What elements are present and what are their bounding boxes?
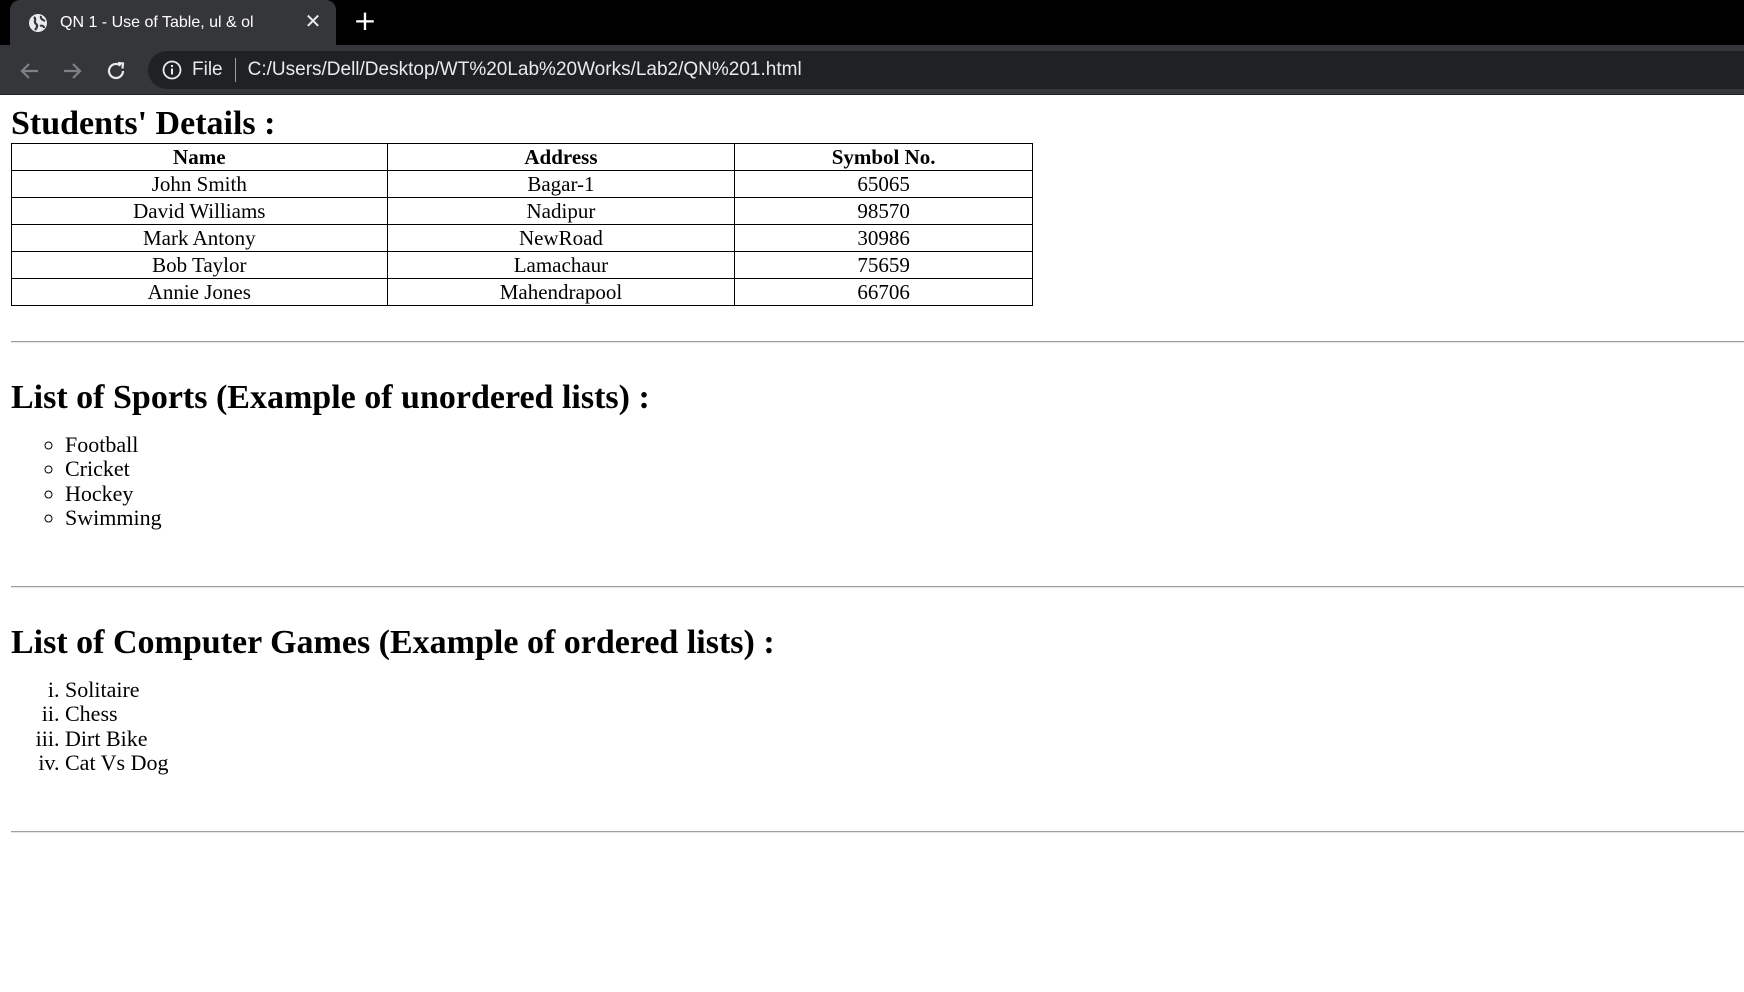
table-header-row: Name Address Symbol No. xyxy=(11,143,1033,171)
browser-toolbar: File C:/Users/Dell/Desktop/WT%20Lab%20Wo… xyxy=(0,45,1744,95)
table-row: Mark Antony NewRoad 30986 xyxy=(11,224,1033,252)
list-item: Cat Vs Dog xyxy=(65,750,1744,775)
tab-title: QN 1 - Use of Table, ul & ol xyxy=(60,13,254,31)
cell-symbol-no: 75659 xyxy=(734,251,1033,279)
divider xyxy=(11,586,1744,589)
cell-address: Lamachaur xyxy=(386,251,736,279)
forward-button[interactable] xyxy=(58,57,86,85)
table-row: David Williams Nadipur 98570 xyxy=(11,197,1033,225)
list-item: Solitaire xyxy=(65,677,1744,702)
table-row: Bob Taylor Lamachaur 75659 xyxy=(11,251,1033,279)
cell-name: John Smith xyxy=(11,170,388,198)
reload-icon xyxy=(107,61,125,80)
divider xyxy=(11,341,1744,343)
cell-address: Mahendrapool xyxy=(386,278,736,306)
cell-symbol-no: 65065 xyxy=(734,170,1033,198)
address-scheme: File xyxy=(192,59,223,80)
tab-strip: QN 1 - Use of Table, ul & ol ✕ + xyxy=(0,0,1744,45)
table-row: Annie Jones Mahendrapool 66706 xyxy=(11,278,1033,306)
cell-symbol-no: 66706 xyxy=(734,278,1033,306)
cell-address: NewRoad xyxy=(386,224,736,252)
cell-name: Bob Taylor xyxy=(11,251,388,279)
reload-button[interactable] xyxy=(102,57,130,85)
column-header-name: Name xyxy=(11,143,388,171)
back-button[interactable] xyxy=(16,57,44,85)
divider xyxy=(11,831,1744,834)
games-heading: List of Computer Games (Example of order… xyxy=(11,624,775,662)
sports-heading: List of Sports (Example of unordered lis… xyxy=(11,379,650,416)
list-item: Cricket xyxy=(65,456,1744,481)
list-item: Chess xyxy=(65,702,1744,727)
cell-name: Mark Antony xyxy=(11,224,388,252)
games-list: Solitaire Chess Dirt Bike Cat Vs Dog xyxy=(11,677,1744,775)
students-heading: Students' Details : xyxy=(11,105,276,142)
address-bar[interactable]: File C:/Users/Dell/Desktop/WT%20Lab%20Wo… xyxy=(148,51,1744,89)
cell-address: Nadipur xyxy=(386,197,736,225)
close-tab-icon[interactable]: ✕ xyxy=(302,11,324,33)
browser-tab[interactable]: QN 1 - Use of Table, ul & ol ✕ xyxy=(10,0,336,45)
cell-address: Bagar-1 xyxy=(386,170,736,198)
list-item: Football xyxy=(65,432,1744,457)
sports-list: Football Cricket Hockey Swimming xyxy=(11,432,1744,530)
list-item: Dirt Bike xyxy=(65,726,1744,751)
column-header-symbol-no: Symbol No. xyxy=(734,143,1033,171)
list-item: Hockey xyxy=(65,481,1744,506)
arrow-left-icon xyxy=(20,63,38,79)
cell-symbol-no: 98570 xyxy=(734,197,1033,225)
address-url[interactable]: C:/Users/Dell/Desktop/WT%20Lab%20Works/L… xyxy=(248,59,802,81)
arrow-right-icon xyxy=(64,63,82,79)
table-row: John Smith Bagar-1 65065 xyxy=(11,170,1033,198)
students-table: Name Address Symbol No. John Smith Bagar… xyxy=(11,143,1033,306)
list-item: Swimming xyxy=(65,505,1744,530)
column-header-address: Address xyxy=(386,143,736,171)
cell-name: Annie Jones xyxy=(11,278,388,306)
cell-symbol-no: 30986 xyxy=(734,224,1033,252)
globe-icon xyxy=(29,13,47,32)
new-tab-button[interactable]: + xyxy=(352,7,378,35)
address-divider xyxy=(234,58,236,82)
cell-name: David Williams xyxy=(11,197,388,225)
page-content: Students' Details : Name Address Symbol … xyxy=(0,105,1744,834)
info-icon[interactable] xyxy=(162,60,182,80)
